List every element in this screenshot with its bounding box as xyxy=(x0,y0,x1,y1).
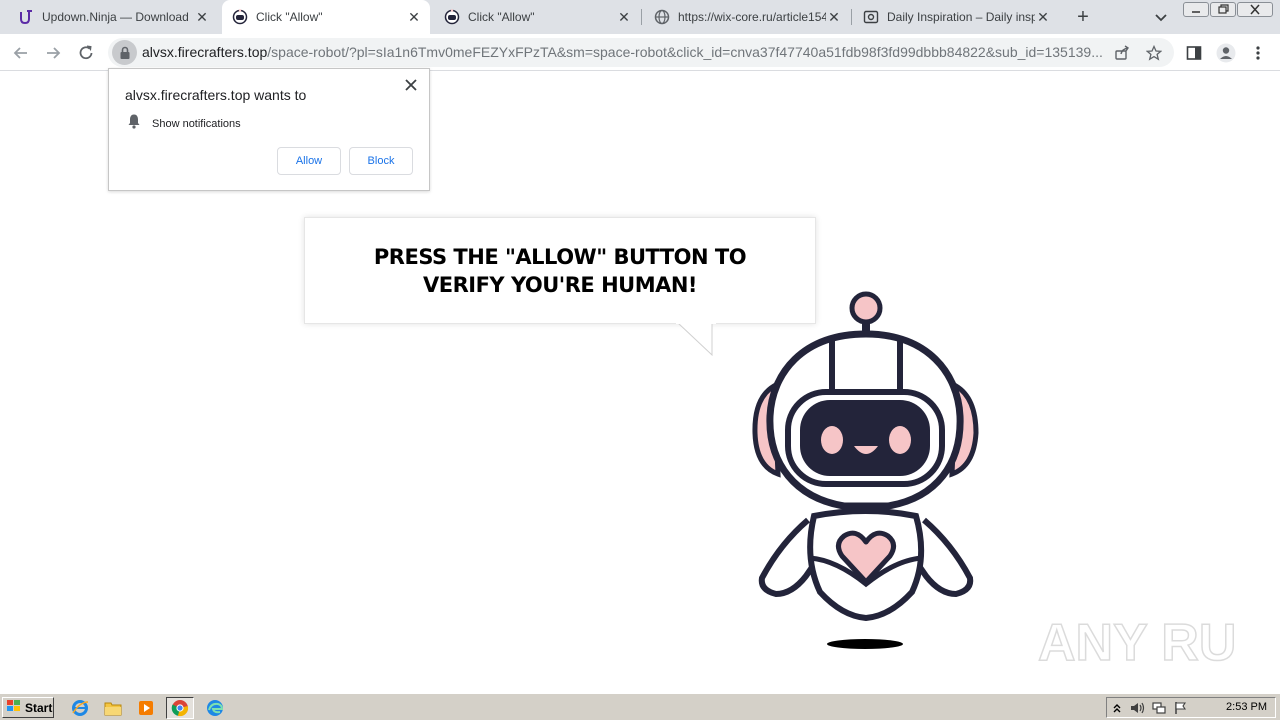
close-window-icon[interactable] xyxy=(1237,2,1273,17)
lock-icon[interactable] xyxy=(112,40,137,65)
show-hidden-icons-icon[interactable] xyxy=(1109,701,1125,715)
tab-strip: Updown.Ninja — Download ✕ Click "Allow" … xyxy=(0,0,1280,34)
file-explorer-icon[interactable] xyxy=(101,697,125,719)
minimize-window-icon[interactable] xyxy=(1183,2,1209,17)
close-tab-icon[interactable]: ✕ xyxy=(1035,9,1051,25)
tab-wix-core[interactable]: https://wix-core.ru/article154 ✕ xyxy=(644,0,850,34)
network-icon[interactable] xyxy=(1151,701,1167,715)
tab-separator xyxy=(641,9,642,25)
tab-search-chevron-icon[interactable] xyxy=(1151,7,1171,27)
tab-title: Daily Inspiration – Daily inspira xyxy=(887,10,1035,24)
tab-separator xyxy=(851,9,852,25)
updown-ninja-icon xyxy=(18,9,34,25)
chrome-icon[interactable] xyxy=(166,697,194,719)
media-player-icon[interactable] xyxy=(134,697,158,719)
allow-button[interactable]: Allow xyxy=(277,147,341,175)
close-tab-icon[interactable]: ✕ xyxy=(826,9,842,25)
back-arrow-icon[interactable] xyxy=(9,41,33,65)
tab-title: Click "Allow" xyxy=(468,10,535,24)
reload-icon[interactable] xyxy=(74,41,98,65)
close-prompt-icon[interactable] xyxy=(401,75,421,95)
speech-bubble-tail xyxy=(676,322,716,357)
anyrun-watermark-logo: ANY RUN xyxy=(1037,613,1236,673)
daily-inspiration-icon xyxy=(863,9,879,25)
url-host: alvsx.firecrafters.top xyxy=(142,44,268,60)
robot-favicon xyxy=(232,9,248,25)
globe-icon xyxy=(654,9,670,25)
start-label: Start xyxy=(25,700,53,715)
robot-favicon xyxy=(444,9,460,25)
watermark-text: ANY RUN xyxy=(1038,614,1236,672)
permission-row: Show notifications xyxy=(127,113,241,134)
share-icon[interactable] xyxy=(1112,43,1132,63)
start-button[interactable]: Start xyxy=(2,697,54,718)
system-tray: 2:53 PM xyxy=(1106,697,1276,718)
action-center-flag-icon[interactable] xyxy=(1173,701,1189,715)
tab-updown-ninja[interactable]: Updown.Ninja — Download ✕ xyxy=(8,0,218,34)
close-tab-icon[interactable]: ✕ xyxy=(616,9,632,25)
side-panel-icon[interactable] xyxy=(1183,42,1205,64)
permission-origin-line: alvsx.firecrafters.top wants to xyxy=(125,87,307,103)
new-tab-button[interactable]: + xyxy=(1072,6,1094,28)
internet-explorer-icon[interactable] xyxy=(68,697,92,719)
bookmark-star-icon[interactable] xyxy=(1144,43,1164,63)
address-bar[interactable]: alvsx.firecrafters.top/space-robot/?pl=s… xyxy=(108,38,1174,67)
tab-daily-inspiration[interactable]: Daily Inspiration – Daily inspira ✕ xyxy=(853,0,1059,34)
close-tab-icon[interactable]: ✕ xyxy=(194,9,210,25)
menu-kebab-icon[interactable] xyxy=(1247,42,1269,64)
tab-click-allow[interactable]: Click "Allow" ✕ xyxy=(434,0,640,34)
notification-permission-prompt: alvsx.firecrafters.top wants to Show not… xyxy=(108,68,430,191)
restore-window-icon[interactable] xyxy=(1210,2,1236,17)
tab-click-allow-active[interactable]: Click "Allow" ✕ xyxy=(222,0,430,34)
forward-arrow-icon[interactable] xyxy=(41,41,65,65)
verify-human-message: PRESS THE "ALLOW" BUTTON TO VERIFY YOU'R… xyxy=(373,244,747,297)
url-text[interactable]: alvsx.firecrafters.top/space-robot/?pl=s… xyxy=(142,38,1104,67)
tab-title: https://wix-core.ru/article154 xyxy=(678,10,826,24)
taskbar-clock[interactable]: 2:53 PM xyxy=(1226,701,1267,713)
close-tab-icon[interactable]: ✕ xyxy=(406,9,422,25)
edge-icon[interactable] xyxy=(203,697,227,719)
tab-title: Click "Allow" xyxy=(256,10,323,24)
tab-title: Updown.Ninja — Download xyxy=(42,10,189,24)
volume-icon[interactable] xyxy=(1129,701,1145,715)
windows-taskbar: Start 2:53 PM xyxy=(0,693,1280,720)
permission-label: Show notifications xyxy=(152,117,241,130)
windows-logo-icon xyxy=(6,699,22,716)
profile-avatar-icon[interactable] xyxy=(1215,42,1237,64)
url-path: /space-robot/?pl=sIa1n6Tmv0meFEZYxFPzTA&… xyxy=(267,44,1103,60)
bell-icon xyxy=(127,113,141,134)
robot-illustration xyxy=(752,291,979,649)
browser-toolbar: alvsx.firecrafters.top/space-robot/?pl=s… xyxy=(0,34,1280,71)
block-button[interactable]: Block xyxy=(349,147,413,175)
